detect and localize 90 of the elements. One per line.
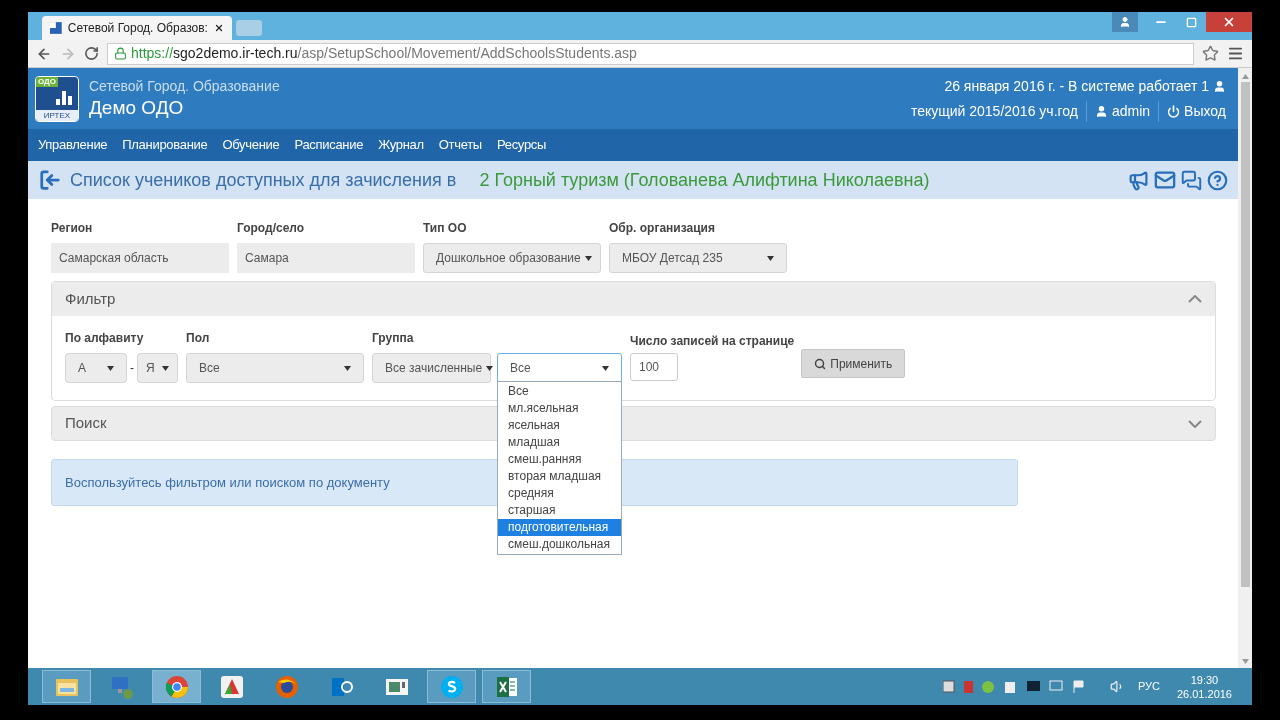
records-per-page-field[interactable]: 100	[630, 353, 678, 381]
address-field[interactable]: https://sgo2demo.ir-tech.ru/asp/SetupSchool/Movement/AddSchoolsStudents.asp	[107, 42, 1194, 65]
field-label: Регион	[51, 220, 94, 237]
firefox-icon	[273, 673, 300, 700]
dropdown-option[interactable]: вторая младшая	[498, 468, 621, 485]
nav-link[interactable]: Планирование	[122, 135, 208, 155]
page-icon	[50, 21, 62, 35]
nav-link[interactable]: Расписание	[294, 135, 364, 155]
dropdown-option[interactable]: старшая	[498, 502, 621, 519]
select-field[interactable]: Я	[137, 353, 178, 383]
dropdown-option[interactable]: подготовительная	[498, 519, 621, 536]
user-icon	[1119, 16, 1131, 28]
browser-tab[interactable]: Сетевой Город. Образов:	[42, 16, 232, 40]
caret-icon	[107, 365, 114, 371]
logout-link[interactable]: Выход	[1159, 100, 1226, 122]
nav-link[interactable]: Ресурсы	[496, 135, 547, 155]
nav-link[interactable]: Обучение	[222, 135, 280, 155]
clock[interactable]: 19:30 26.01.2016	[1176, 672, 1232, 701]
scroll-up-icon[interactable]	[1241, 74, 1249, 79]
field-label: По алфавиту	[65, 330, 145, 347]
range-separator: -	[130, 360, 134, 377]
back-arrow-icon[interactable]	[39, 169, 61, 191]
apply-button[interactable]: Применить	[801, 349, 906, 378]
scroll-down-icon[interactable]	[1241, 659, 1249, 664]
school-year: текущий 2015/2016 уч.год	[910, 100, 1087, 122]
field-label: Группа	[372, 330, 415, 347]
select-field[interactable]: Все зачисленные	[372, 353, 491, 383]
search-icon	[814, 357, 827, 370]
power-icon	[1167, 104, 1181, 118]
app-icon	[218, 673, 245, 700]
taskbar-button[interactable]	[482, 670, 531, 703]
user-icon	[1213, 79, 1226, 93]
nav-link[interactable]: Журнал	[378, 135, 424, 155]
logo: ОДО ИРТЕХ	[35, 75, 79, 122]
field-label: Тип ОО	[423, 220, 468, 237]
nav-link[interactable]: Управление	[38, 135, 108, 155]
dropdown-option[interactable]: смеш.ранняя	[498, 451, 621, 468]
tab-title: Сетевой Город. Образов:	[67, 20, 208, 37]
field-label: Обр. организация	[609, 220, 716, 237]
taskbar-button[interactable]	[152, 670, 201, 703]
user-icon	[1094, 104, 1108, 118]
url-text: https://sgo2demo.ir-tech.ru/asp/SetupSchool/Movement/AddSchoolsStudents.asp	[131, 44, 637, 63]
profile-button[interactable]	[1112, 12, 1138, 32]
chat-icon[interactable]	[1181, 169, 1202, 191]
select-field[interactable]: Дошкольное образование	[423, 243, 601, 273]
panel-title[interactable]: Поиск	[65, 412, 107, 435]
reload-icon[interactable]	[84, 46, 99, 61]
lock-icon	[114, 47, 127, 60]
group-title: 2 Горный туризм (Голованева Алифтина Николаевна)	[479, 168, 930, 192]
field-label: Число записей на странице	[630, 333, 795, 350]
dropdown-option[interactable]: младшая	[498, 434, 621, 451]
field-label: Пол	[186, 330, 211, 347]
dropdown-option[interactable]: ясельная	[498, 417, 621, 434]
dropdown-option[interactable]: мл.ясельная	[498, 400, 621, 417]
caret-icon	[602, 365, 609, 371]
select-field[interactable]: Все	[186, 353, 364, 383]
caret-icon	[584, 255, 592, 261]
bookmark-star-icon[interactable]	[1202, 45, 1219, 62]
app-title: Демо ОДО	[89, 95, 185, 120]
app-subtitle: Сетевой Город. Образование	[89, 76, 280, 95]
select-field[interactable]: А	[65, 353, 127, 383]
help-icon[interactable]	[1207, 169, 1228, 191]
nav-link[interactable]: Отчеты	[438, 135, 482, 155]
taskbar-button[interactable]	[427, 670, 476, 703]
input-language[interactable]: РУС	[1137, 678, 1160, 695]
readonly-field: Самара	[237, 243, 415, 273]
filter-header[interactable]: Фильтр	[52, 282, 1215, 316]
caret-icon	[162, 365, 169, 371]
restore-icon	[1185, 16, 1197, 28]
dropdown-option[interactable]: средняя	[498, 485, 621, 502]
page-title: Список учеников доступных для зачисления в	[70, 168, 457, 192]
caret-icon	[486, 365, 494, 371]
mail-icon[interactable]	[1154, 169, 1176, 191]
browser-icon	[163, 673, 190, 700]
dropdown-option[interactable]: Все	[498, 383, 621, 400]
user-link[interactable]: admin	[1086, 100, 1160, 122]
dropdown-option[interactable]: смеш.дошкольная	[498, 536, 621, 553]
close-icon	[1222, 15, 1236, 29]
caret-icon	[344, 365, 351, 371]
readonly-field: Самарская область	[51, 243, 229, 273]
caret-icon	[767, 255, 774, 261]
menu-icon[interactable]	[1227, 45, 1244, 62]
close-button[interactable]	[1206, 12, 1252, 32]
skype-icon	[438, 673, 465, 700]
field-label: Город/село	[237, 220, 306, 237]
select-field[interactable]: МБОУ Детсад 235	[609, 243, 787, 273]
megaphone-icon[interactable]	[1128, 169, 1149, 191]
close-icon[interactable]	[213, 22, 224, 34]
select-field[interactable]: Все	[497, 353, 622, 383]
system-status: 26 января 2016 г. - В системе работает 1	[944, 76, 1209, 96]
